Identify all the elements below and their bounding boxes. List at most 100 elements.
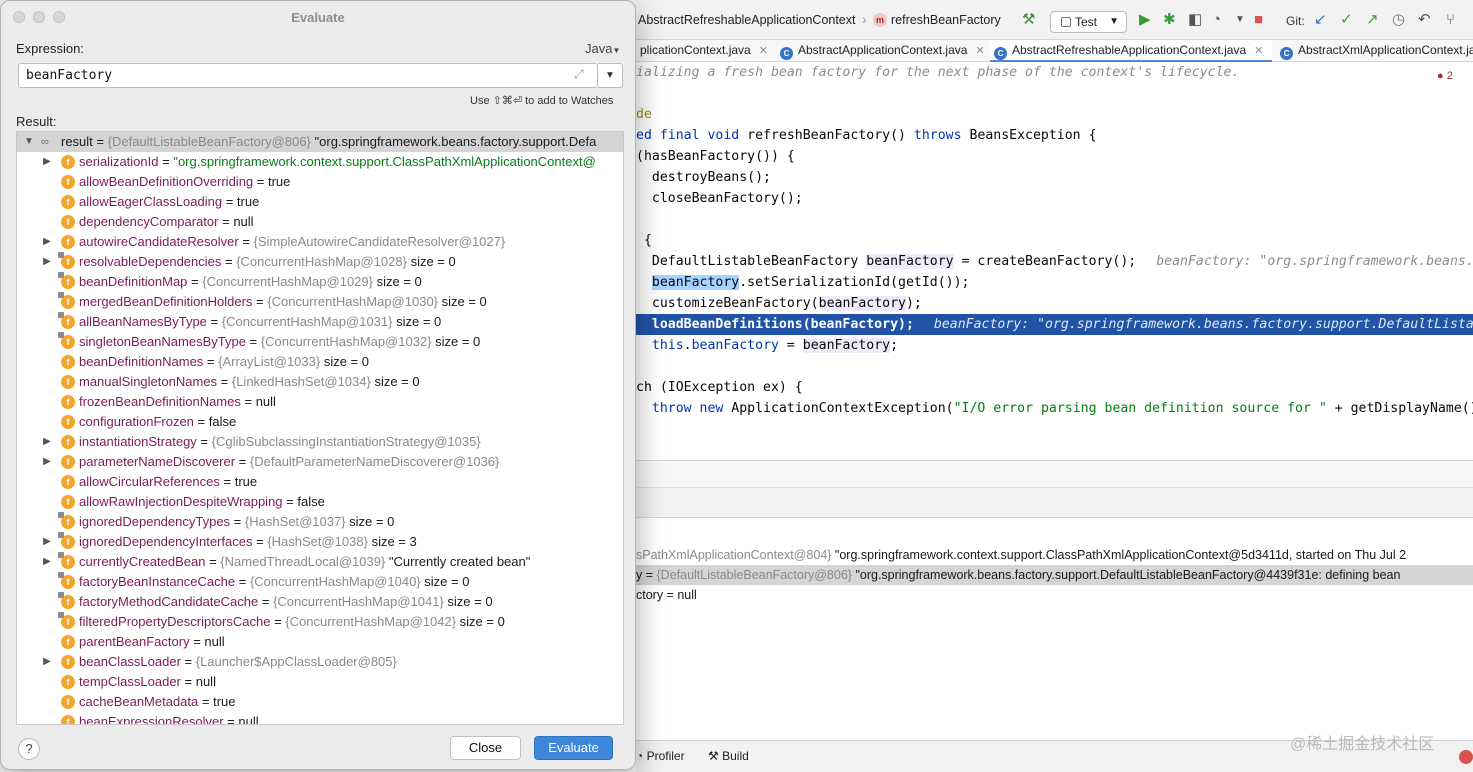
build-hammer-icon[interactable]: ⚒ <box>1022 11 1035 29</box>
field-row[interactable]: ▶ f beanClassLoader = {Launcher$AppClassLo… <box>17 652 623 672</box>
field-name: parameterNameDiscoverer <box>79 454 236 469</box>
lock-icon <box>58 532 64 538</box>
tab-abstract-application-context[interactable]: C AbstractApplicationContext.java ✕ <box>776 40 986 62</box>
debug-bug-icon[interactable]: ✱ <box>1163 11 1176 29</box>
field-row[interactable]: f allowBeanDefinitionOverriding = true <box>17 172 623 192</box>
chevron-right-icon[interactable]: ▶ <box>41 652 53 672</box>
expand-icon[interactable]: ⤢ <box>574 67 584 82</box>
evaluate-button[interactable]: Evaluate <box>534 736 613 760</box>
dialog-titlebar[interactable]: Evaluate <box>1 1 635 33</box>
stop-icon[interactable]: ■ <box>1254 11 1263 29</box>
field-ref: {ConcurrentHashMap@1040} <box>249 574 425 589</box>
variable-row[interactable]: ctory = null <box>636 585 697 605</box>
field-row[interactable]: f tempClassLoader = null <box>17 672 623 692</box>
help-button[interactable]: ? <box>18 738 40 760</box>
field-eq: = <box>198 694 214 709</box>
notification-icon[interactable] <box>1459 750 1473 764</box>
profiler-label: Profiler <box>646 749 685 763</box>
field-value: null <box>233 214 254 229</box>
language-select[interactable]: Java▼ <box>585 41 620 56</box>
field-row[interactable]: f mergedBeanDefinitionHolders = {Concurre… <box>17 292 623 312</box>
tab-abstract-refreshable-application-context[interactable]: C AbstractRefreshableApplicationContext.j… <box>990 40 1272 62</box>
expression-history-button[interactable]: ▼ <box>598 63 623 88</box>
field-row[interactable]: f parentBeanFactory = null <box>17 632 623 652</box>
chevron-right-icon[interactable]: ▶ <box>41 152 53 172</box>
field-icon: f <box>58 532 75 549</box>
field-row[interactable]: f beanDefinitionMap = {ConcurrentHashMap@… <box>17 272 623 292</box>
field-row[interactable]: ▶ f autowireCandidateResolver = {SimpleAut… <box>17 232 623 252</box>
field-row[interactable]: f ignoredDependencyTypes = {HashSet@1037}… <box>17 512 623 532</box>
result-value: "org.springframework.beans.factory.suppo… <box>314 134 597 149</box>
class-icon: C <box>994 47 1007 60</box>
field-value: size = 0 <box>435 334 481 349</box>
field-icon: f <box>61 715 75 724</box>
debug-variables-panel[interactable]: sPathXmlApplicationContext@804} "org.spr… <box>636 518 1473 740</box>
variable-value: "org.springframework.context.support.Cla… <box>834 548 1407 562</box>
chevron-down-icon[interactable]: ▼ <box>1235 11 1245 29</box>
history-clock-icon[interactable]: ◷ <box>1392 11 1405 29</box>
field-row[interactable]: ▶ f currentlyCreatedBean = {NamedThreadLoc… <box>17 552 623 572</box>
field-row[interactable]: f allowRawInjectionDespiteWrapping = fals… <box>17 492 623 512</box>
field-row[interactable]: f allBeanNamesByType = {ConcurrentHashMap… <box>17 312 623 332</box>
field-row[interactable]: f singletonBeanNamesByType = {ConcurrentH… <box>17 332 623 352</box>
watermark: @稀土掘金技术社区 <box>1290 736 1435 753</box>
chevron-down-icon[interactable]: ▼ <box>23 132 35 152</box>
field-eq: = <box>158 154 174 169</box>
field-icon: f <box>61 475 75 489</box>
field-row[interactable]: f beanExpressionResolver = null <box>17 712 623 725</box>
code-line: this.beanFactory = beanFactory; <box>636 335 898 356</box>
field-row[interactable]: ▶ f resolvableDependencies = {ConcurrentHa… <box>17 252 623 272</box>
field-icon: f <box>61 375 75 389</box>
profile-icon[interactable]: ◔ <box>1212 11 1221 29</box>
run-icon[interactable]: ▶ <box>1139 11 1151 29</box>
chevron-right-icon[interactable]: ▶ <box>41 452 53 472</box>
close-icon[interactable]: ✕ <box>1254 45 1263 57</box>
field-row[interactable]: ▶ f parameterNameDiscoverer = {DefaultPara… <box>17 452 623 472</box>
chevron-right-icon[interactable]: ▶ <box>41 432 53 452</box>
field-row[interactable]: f filteredPropertyDescriptorsCache = {Con… <box>17 612 623 632</box>
coverage-icon[interactable]: ◧ <box>1188 11 1202 29</box>
close-icon[interactable]: ✕ <box>759 45 768 57</box>
chevron-right-icon[interactable]: ▶ <box>41 552 53 572</box>
code-token: ApplicationContextException( <box>723 401 954 416</box>
git-commit-icon[interactable]: ✓ <box>1340 11 1353 29</box>
profiler-tool-button[interactable]: ◔ Profiler <box>636 749 685 763</box>
result-root-row[interactable]: ▼ ∞ result = {DefaultListableBeanFactory… <box>17 132 623 152</box>
field-row[interactable]: f allowEagerClassLoading = true <box>17 192 623 212</box>
variable-row[interactable]: y = {DefaultListableBeanFactory@806} "or… <box>636 565 1473 585</box>
build-tool-button[interactable]: ⚒ Build <box>708 749 749 763</box>
field-eq: = <box>223 714 239 725</box>
field-row[interactable]: f beanDefinitionNames = {ArrayList@1033} … <box>17 352 623 372</box>
field-row[interactable]: f dependencyComparator = null <box>17 212 623 232</box>
close-icon[interactable]: ✕ <box>975 45 984 57</box>
field-row[interactable]: ▶ f serializationId = "org.springframework… <box>17 152 623 172</box>
tab-abstract-xml-application-context[interactable]: C AbstractXmlApplicationContext.java <box>1276 40 1473 62</box>
field-eq: = <box>203 354 219 369</box>
tab-classpath-xml-context[interactable]: plicationContext.java ✕ <box>636 40 776 62</box>
variable-row[interactable]: sPathXmlApplicationContext@804} "org.spr… <box>636 545 1406 565</box>
field-row[interactable]: f configurationFrozen = false <box>17 412 623 432</box>
expression-input[interactable]: beanFactory <box>18 63 598 88</box>
chevron-right-icon[interactable]: ▶ <box>41 252 53 272</box>
field-row[interactable]: f factoryBeanInstanceCache = {ConcurrentH… <box>17 572 623 592</box>
close-button[interactable]: Close <box>450 736 521 760</box>
field-row[interactable]: f cacheBeanMetadata = true <box>17 692 623 712</box>
field-row[interactable]: f factoryMethodCandidateCache = {Concurre… <box>17 592 623 612</box>
field-row[interactable]: f manualSingletonNames = {LinkedHashSet@1… <box>17 372 623 392</box>
breadcrumb-method[interactable]: refreshBeanFactory <box>891 13 1001 27</box>
field-value: null <box>238 714 259 725</box>
breadcrumb-class[interactable]: AbstractRefreshableApplicationContext <box>638 13 855 27</box>
rollback-icon[interactable]: ↶ <box>1418 11 1431 29</box>
chevron-right-icon[interactable]: ▶ <box>41 232 53 252</box>
git-branches-icon[interactable]: ⑂ <box>1446 11 1455 29</box>
run-configuration-select[interactable]: Test ▼ <box>1050 11 1127 33</box>
chevron-right-icon[interactable]: ▶ <box>41 532 53 552</box>
result-tree[interactable]: ▼ ∞ result = {DefaultListableBeanFactory… <box>16 131 624 725</box>
git-push-icon[interactable]: ↗ <box>1366 11 1379 29</box>
field-row[interactable]: f allowCircularReferences = true <box>17 472 623 492</box>
error-count-badge[interactable]: ● 2 <box>1437 70 1453 82</box>
git-update-icon[interactable]: ↙ <box>1314 11 1327 29</box>
field-row[interactable]: f frozenBeanDefinitionNames = null <box>17 392 623 412</box>
field-row[interactable]: ▶ f ignoredDependencyInterfaces = {HashSet… <box>17 532 623 552</box>
field-row[interactable]: ▶ f instantiationStrategy = {CglibSubclass… <box>17 432 623 452</box>
